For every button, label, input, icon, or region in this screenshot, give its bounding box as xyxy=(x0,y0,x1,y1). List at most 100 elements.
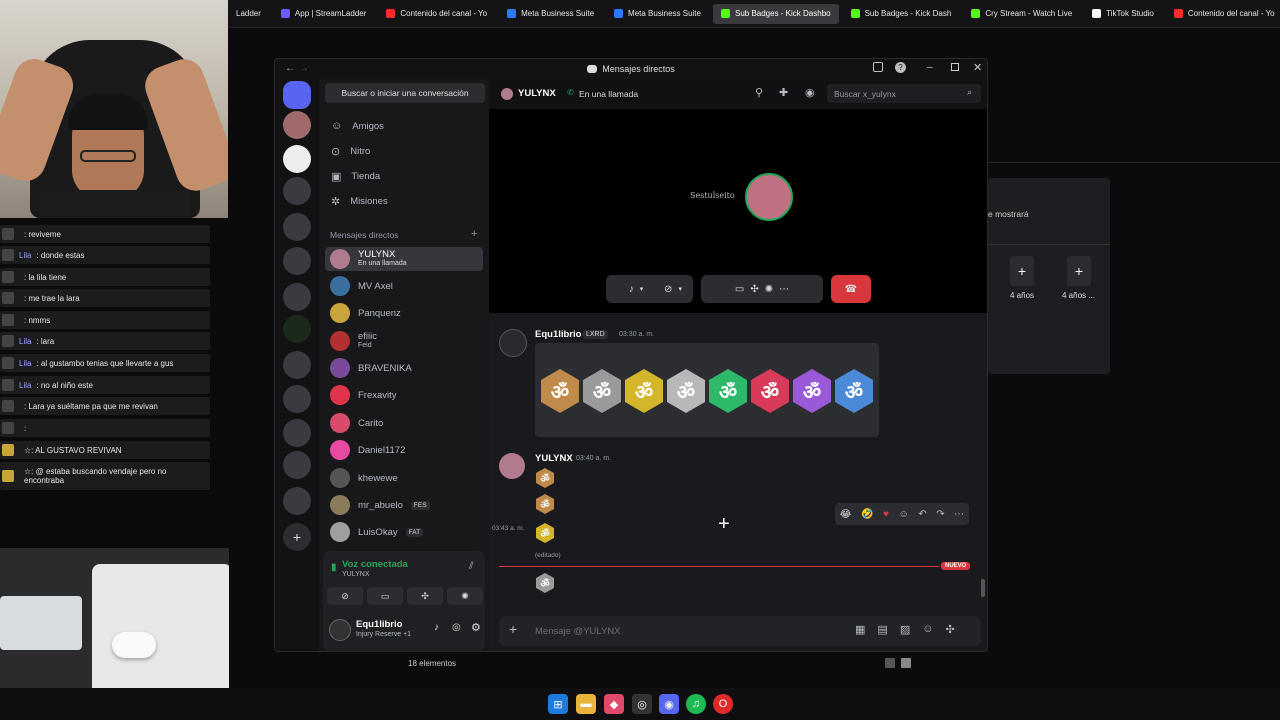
file-explorer-icon[interactable]: ▬ xyxy=(576,694,596,714)
server-icon[interactable] xyxy=(283,145,311,173)
minimize-icon[interactable]: – xyxy=(927,62,933,73)
add-reaction-icon[interactable]: ☺ xyxy=(898,509,908,520)
gift-icon[interactable]: ▦ xyxy=(855,623,865,636)
maximize-icon[interactable] xyxy=(951,63,959,71)
server-folder-icon[interactable] xyxy=(283,419,311,447)
dm-item[interactable]: efiiic Feid xyxy=(325,329,483,353)
dm-item[interactable]: Frexavity xyxy=(325,383,483,407)
browser-tab[interactable]: TikTok Studio xyxy=(1084,4,1162,24)
end-call-button[interactable]: ☎ xyxy=(831,275,871,303)
chrome-icon[interactable]: ◎ xyxy=(632,694,652,714)
server-folder-icon[interactable] xyxy=(283,213,311,241)
call-participant-avatar[interactable] xyxy=(745,173,793,221)
nav-friends[interactable]: ☺ Amigos xyxy=(325,114,483,138)
soundboard-icon[interactable]: ✺ xyxy=(765,284,773,295)
spotify-icon[interactable]: ♫ xyxy=(686,694,706,714)
add-friend-icon[interactable]: ✚ xyxy=(779,86,788,99)
chat-message: Lila: no al niño este xyxy=(0,376,210,394)
server-icon[interactable] xyxy=(283,315,311,343)
browser-tab-active[interactable]: Sub Badges - Kick Dashbo xyxy=(712,3,839,24)
reply-icon[interactable]: ↶ xyxy=(918,509,926,520)
back-arrow-icon[interactable]: ← xyxy=(285,63,295,74)
view-tiles-icon[interactable] xyxy=(901,658,911,668)
plus-card-2[interactable]: + xyxy=(1067,256,1091,286)
server-icon[interactable] xyxy=(283,111,311,139)
background-line xyxy=(988,244,1110,245)
dm-item[interactable]: BRAVENIKA xyxy=(325,356,483,380)
add-server-icon[interactable]: + xyxy=(283,523,311,551)
activities-icon[interactable]: ✣ xyxy=(750,284,758,295)
profile-icon[interactable]: ◉ xyxy=(805,86,815,99)
camera-off-button[interactable]: ⊘ xyxy=(327,587,363,605)
apps-icon[interactable]: ✣ xyxy=(945,623,954,636)
settings-gear-icon[interactable]: ⚙ xyxy=(471,621,481,634)
server-folder-icon[interactable] xyxy=(283,351,311,379)
dm-item[interactable]: Daniel1172 xyxy=(325,438,483,462)
create-dm-plus-icon[interactable]: + xyxy=(471,228,477,240)
headphones-icon[interactable]: ◎ xyxy=(452,622,461,633)
inbox-icon[interactable] xyxy=(873,62,883,72)
dm-item[interactable]: mr_abuelo FES xyxy=(325,493,483,517)
close-icon[interactable]: ✕ xyxy=(973,61,982,74)
emoji-icon[interactable]: ☺ xyxy=(922,623,933,636)
browser-tab[interactable]: Contenido del canal - Yo xyxy=(1166,4,1280,24)
home-discord-icon[interactable] xyxy=(283,81,311,109)
rofl-emoji-icon[interactable]: 🤣 xyxy=(861,509,873,520)
message-author[interactable]: Equ1librio xyxy=(535,329,581,340)
message-avatar[interactable] xyxy=(499,329,527,357)
browser-tab[interactable]: App | StreamLadder xyxy=(273,4,374,24)
gif-icon[interactable]: ▤ xyxy=(877,623,887,636)
dm-item[interactable]: LuisOkay FAT xyxy=(325,520,483,544)
heart-emoji-icon[interactable]: ♥ xyxy=(883,509,889,520)
view-details-icon[interactable] xyxy=(885,658,895,668)
forward-icon[interactable]: ↷ xyxy=(936,509,944,520)
message-author[interactable]: YULYNX xyxy=(535,453,573,464)
chat-header-name[interactable]: YULYNX xyxy=(518,88,556,99)
browser-tab[interactable]: Contenido del canal - Yo xyxy=(378,4,495,24)
dm-item[interactable]: Panquenz xyxy=(325,301,483,325)
opera-icon[interactable]: O xyxy=(713,694,733,714)
attach-plus-icon[interactable]: + xyxy=(509,621,517,637)
forward-arrow-icon[interactable]: → xyxy=(299,63,309,74)
soundboard-button[interactable]: ✺ xyxy=(447,587,483,605)
nav-quests[interactable]: ✲ Misiones xyxy=(325,189,483,213)
more-icon[interactable]: ⋯ xyxy=(779,284,789,295)
windows-start-icon[interactable]: ⊞ xyxy=(548,694,568,714)
dm-item-yulynx[interactable]: YULYNX En una llamada xyxy=(325,247,483,271)
user-avatar[interactable] xyxy=(329,619,351,641)
server-folder-icon[interactable] xyxy=(283,247,311,275)
app-icon[interactable]: ◆ xyxy=(604,694,624,714)
server-folder-icon[interactable] xyxy=(283,177,311,205)
dm-item[interactable]: khewewe xyxy=(325,466,483,490)
screen-share-icon[interactable]: ▭ xyxy=(735,284,744,295)
server-folder-icon[interactable] xyxy=(283,385,311,413)
server-folder-icon[interactable] xyxy=(283,451,311,479)
browser-tab[interactable]: Meta Business Suite xyxy=(499,4,602,24)
sticker-icon[interactable]: ▨ xyxy=(900,623,910,636)
plus-card-1[interactable]: + xyxy=(1010,256,1034,286)
server-folder-icon[interactable] xyxy=(283,283,311,311)
laugh-emoji-icon[interactable]: 😂 xyxy=(840,509,852,520)
dm-item[interactable]: MV Axel xyxy=(325,274,483,298)
noise-suppression-icon[interactable]: ⫽ xyxy=(469,561,473,572)
server-folder-icon[interactable] xyxy=(283,487,311,515)
dm-item[interactable]: Carito xyxy=(325,411,483,435)
activities-button[interactable]: ✣ xyxy=(407,587,443,605)
camera-toggle-button[interactable]: ⊘ ▾ xyxy=(653,275,693,303)
browser-tab[interactable]: Sub Badges - Kick Dash xyxy=(843,4,960,24)
more-icon[interactable]: ⋯ xyxy=(954,509,964,520)
scrollbar[interactable] xyxy=(981,579,985,597)
nav-shop[interactable]: ▣ Tienda xyxy=(325,164,483,188)
browser-tab[interactable]: Meta Business Suite xyxy=(606,4,709,24)
discord-taskbar-icon[interactable]: ◉ xyxy=(659,694,679,714)
dm-search-button[interactable]: Buscar o iniciar una conversación xyxy=(325,83,485,103)
screen-share-button[interactable]: ▭ xyxy=(367,587,403,605)
nav-nitro[interactable]: ⊙ Nitro xyxy=(325,139,483,163)
mic-icon[interactable]: ♪ xyxy=(434,622,439,633)
message-avatar[interactable] xyxy=(499,453,525,479)
badge-image: ॐ xyxy=(835,369,873,413)
browser-tab[interactable]: Ladder xyxy=(228,4,269,24)
pin-icon[interactable]: ⚲ xyxy=(755,86,763,99)
help-icon[interactable]: ? xyxy=(895,62,906,73)
browser-tab[interactable]: Cry Stream - Watch Live xyxy=(963,4,1080,24)
